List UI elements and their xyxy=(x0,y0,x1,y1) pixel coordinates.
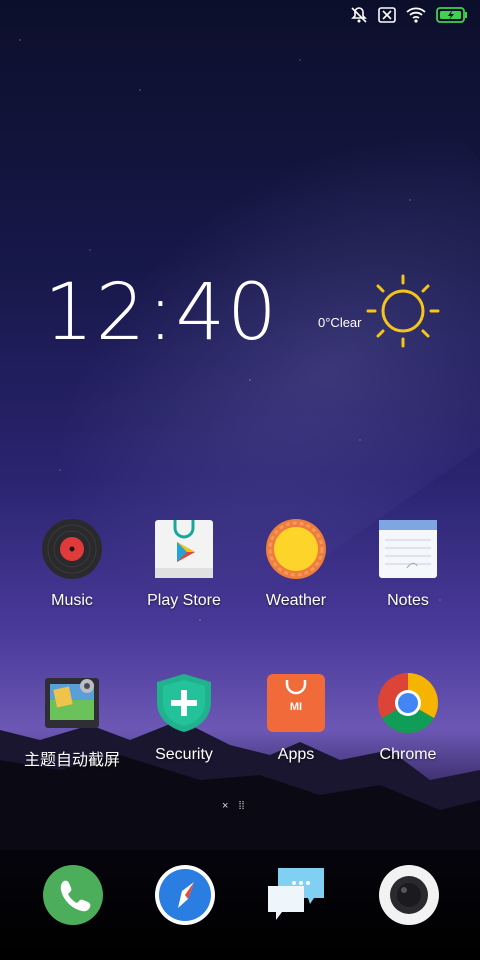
camera-lens-icon[interactable] xyxy=(378,864,440,926)
app-label: Weather xyxy=(265,592,327,609)
app-label: Apps xyxy=(277,746,315,763)
shopping-bag-icon: MI xyxy=(267,674,325,732)
app-music[interactable]: Music xyxy=(16,518,128,610)
app-theme-screenshot[interactable]: 主题自动截屏 xyxy=(16,672,128,770)
photo-frame-icon xyxy=(45,678,99,728)
weather-summary[interactable]: 0°Clear xyxy=(318,315,362,330)
close-icon[interactable]: × xyxy=(222,800,228,812)
no-sim-icon xyxy=(378,7,396,23)
app-notes[interactable]: Notes xyxy=(352,518,464,610)
app-label: Play Store xyxy=(147,592,221,609)
weather-sun-icon xyxy=(266,519,326,579)
app-label: Music xyxy=(51,592,93,609)
app-label: Notes xyxy=(387,592,429,609)
app-label: Chrome xyxy=(379,746,437,763)
status-bar xyxy=(0,0,480,32)
wifi-icon xyxy=(406,7,426,23)
shield-plus-icon xyxy=(157,674,211,732)
battery-charging-icon xyxy=(436,7,468,23)
chat-bubbles-icon[interactable] xyxy=(266,864,328,926)
app-play-store[interactable]: Play Store xyxy=(128,518,240,610)
svg-text:MI: MI xyxy=(290,701,302,713)
sun-icon[interactable] xyxy=(366,274,440,348)
vinyl-record-icon xyxy=(42,519,102,579)
compass-icon[interactable] xyxy=(154,864,216,926)
app-label: 主题自动截屏 xyxy=(23,752,120,769)
chrome-icon xyxy=(377,673,439,734)
notepad-icon xyxy=(379,520,437,578)
app-weather[interactable]: Weather xyxy=(240,518,352,610)
phone-icon[interactable] xyxy=(42,864,104,926)
app-apps[interactable]: MI Apps xyxy=(240,672,352,764)
app-chrome[interactable]: Chrome xyxy=(352,672,464,764)
app-label: Security xyxy=(155,746,213,763)
page-indicator[interactable]: × ⁞⁞ xyxy=(222,800,245,812)
home-clock[interactable]: 12:40 xyxy=(44,268,279,358)
alarm-off-icon xyxy=(350,6,368,24)
play-store-icon xyxy=(155,520,213,578)
grid-dots-icon[interactable]: ⁞⁞ xyxy=(238,800,244,812)
app-security[interactable]: Security xyxy=(128,672,240,764)
